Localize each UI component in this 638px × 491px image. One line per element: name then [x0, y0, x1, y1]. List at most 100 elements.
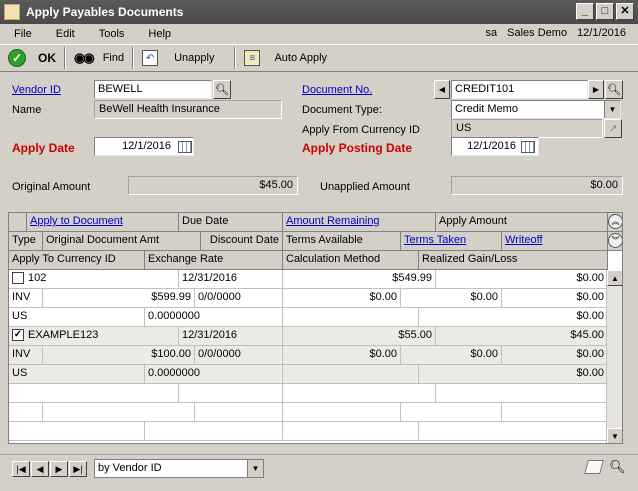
- row-terms-available[interactable]: $0.00: [283, 289, 401, 308]
- row-due-date[interactable]: 12/31/2016: [179, 327, 283, 346]
- empty-cell[interactable]: [436, 384, 608, 403]
- first-record-button[interactable]: |◀: [12, 461, 30, 477]
- status-bar: |◀ ◀ ▶ ▶| by Vendor ID ▼ 🔍︎: [0, 454, 638, 491]
- row-realized-gain-loss[interactable]: $0.00: [419, 365, 608, 384]
- empty-cell[interactable]: [283, 384, 436, 403]
- empty-cell[interactable]: [195, 403, 283, 422]
- empty-cell[interactable]: [9, 384, 179, 403]
- row-writeoff[interactable]: $0.00: [502, 289, 608, 308]
- header-terms-taken[interactable]: Terms Taken: [401, 232, 502, 251]
- calendar-icon[interactable]: [521, 141, 535, 153]
- row-terms-taken[interactable]: $0.00: [401, 346, 502, 365]
- empty-cell[interactable]: [9, 403, 43, 422]
- menu-edit[interactable]: Edit: [42, 28, 85, 40]
- prev-document-button[interactable]: ◀: [434, 80, 450, 99]
- company-name: Sales Demo: [507, 27, 568, 39]
- header-original-document-amt: Original Document Amt: [43, 232, 201, 251]
- grid-scrollbar[interactable]: ▲ ▼: [606, 270, 622, 443]
- find-button[interactable]: ◉◉ Find: [66, 46, 132, 70]
- header-apply-to-document[interactable]: Apply to Document: [27, 213, 179, 232]
- empty-cell[interactable]: [419, 422, 608, 441]
- ok-label: OK: [38, 51, 56, 65]
- scroll-down-button[interactable]: ▼: [607, 428, 622, 443]
- row-original-amt[interactable]: $100.00: [43, 346, 195, 365]
- row-document-cell[interactable]: 102: [9, 270, 179, 289]
- empty-cell[interactable]: [43, 403, 195, 422]
- currency-value: US: [451, 119, 603, 138]
- close-button[interactable]: ✕: [616, 3, 634, 20]
- scroll-up-button[interactable]: ▲: [607, 270, 622, 286]
- row-terms-taken[interactable]: $0.00: [401, 289, 502, 308]
- header-amount-remaining[interactable]: Amount Remaining: [283, 213, 436, 232]
- row-type[interactable]: INV: [9, 289, 43, 308]
- window-title: Apply Payables Documents: [26, 5, 184, 19]
- row-calculation-method[interactable]: [283, 308, 419, 327]
- menu-file[interactable]: File: [0, 28, 42, 40]
- empty-cell[interactable]: [502, 403, 608, 422]
- empty-cell[interactable]: [145, 422, 283, 441]
- row-apply-amount[interactable]: $0.00: [436, 270, 608, 289]
- row-realized-gain-loss[interactable]: $0.00: [419, 308, 608, 327]
- vendor-id-field[interactable]: BEWELL: [94, 80, 212, 99]
- expand-rows-icon[interactable]: ︾: [608, 233, 622, 248]
- header-writeoff[interactable]: Writeoff: [502, 232, 608, 251]
- menu-tools[interactable]: Tools: [85, 28, 135, 40]
- vendor-lookup-button[interactable]: 🔍︎: [213, 80, 231, 99]
- row-exchange-rate[interactable]: 0.0000000: [145, 365, 283, 384]
- currency-label: Apply From Currency ID: [302, 124, 420, 136]
- calendar-icon[interactable]: [178, 141, 192, 153]
- vendor-name: BeWell Health Insurance: [94, 100, 282, 119]
- help-icon[interactable]: 🔍︎: [609, 459, 626, 475]
- unapply-icon: ↶: [142, 50, 159, 66]
- document-no-field[interactable]: CREDIT101: [451, 80, 588, 99]
- empty-cell[interactable]: [283, 403, 401, 422]
- menu-help[interactable]: Help: [134, 28, 181, 40]
- ok-button[interactable]: ✓ OK: [0, 46, 64, 70]
- maximize-button[interactable]: □: [596, 3, 614, 20]
- header-terms-available: Terms Available: [283, 232, 401, 251]
- sort-by-select[interactable]: by Vendor ID ▼: [94, 459, 264, 478]
- note-icon[interactable]: [584, 460, 604, 474]
- row-amount-remaining[interactable]: $549.99: [283, 270, 436, 289]
- header-apply-to-currency: Apply To Currency ID: [9, 251, 145, 270]
- header-collapse-cell: ︽: [608, 213, 622, 232]
- apply-checkbox[interactable]: ✓: [12, 329, 24, 342]
- empty-cell[interactable]: [9, 422, 145, 441]
- prev-record-button[interactable]: ◀: [31, 461, 49, 477]
- empty-cell[interactable]: [283, 422, 419, 441]
- row-currency[interactable]: US: [9, 308, 145, 327]
- row-calculation-method[interactable]: [283, 365, 419, 384]
- document-no-label[interactable]: Document No.: [302, 84, 372, 96]
- currency-lookup-button[interactable]: ↗: [604, 119, 622, 138]
- row-exchange-rate[interactable]: 0.0000000: [145, 308, 283, 327]
- next-record-button[interactable]: ▶: [50, 461, 68, 477]
- row-due-date[interactable]: 12/31/2016: [179, 270, 283, 289]
- last-record-button[interactable]: ▶|: [69, 461, 87, 477]
- collapse-rows-icon[interactable]: ︽: [608, 214, 622, 229]
- row-discount-date[interactable]: 0/0/0000: [195, 289, 283, 308]
- row-type[interactable]: INV: [9, 346, 43, 365]
- document-lookup-button[interactable]: 🔍︎: [605, 80, 623, 99]
- header-expand-cell: ︾: [608, 232, 622, 251]
- row-discount-date[interactable]: 0/0/0000: [195, 346, 283, 365]
- header-due-date: Due Date: [179, 213, 283, 232]
- row-original-amt[interactable]: $599.99: [43, 289, 195, 308]
- apply-checkbox[interactable]: [12, 272, 24, 285]
- auto-apply-button[interactable]: ≡ Auto Apply: [236, 46, 335, 70]
- document-type-select[interactable]: Credit Memo ▼: [451, 100, 621, 119]
- empty-cell[interactable]: [401, 403, 502, 422]
- row-writeoff[interactable]: $0.00: [502, 346, 608, 365]
- row-terms-available[interactable]: $0.00: [283, 346, 401, 365]
- vendor-id-label[interactable]: Vendor ID: [12, 84, 61, 96]
- empty-cell[interactable]: [179, 384, 283, 403]
- row-currency[interactable]: US: [9, 365, 145, 384]
- unapply-button[interactable]: ↶ Unapply: [134, 46, 222, 70]
- row-amount-remaining[interactable]: $55.00: [283, 327, 436, 346]
- row-document-cell[interactable]: ✓ EXAMPLE123: [9, 327, 179, 346]
- find-label: Find: [102, 52, 125, 64]
- currency-icon: ↗: [608, 123, 618, 135]
- row-apply-amount[interactable]: $45.00: [436, 327, 608, 346]
- next-document-button[interactable]: ▶: [588, 80, 604, 99]
- minimize-button[interactable]: _: [576, 3, 594, 20]
- auto-apply-label: Auto Apply: [274, 52, 328, 64]
